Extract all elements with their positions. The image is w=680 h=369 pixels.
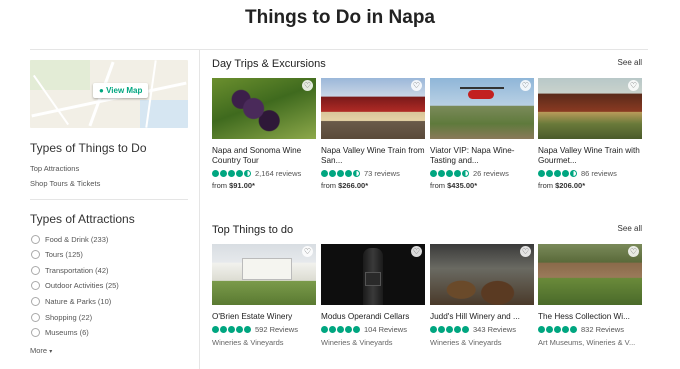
price: from $206.00* (538, 181, 586, 190)
category: Art Museums, Wineries & V... (538, 338, 636, 347)
category: Wineries & Vineyards (212, 338, 284, 347)
filter-shopping[interactable]: Shopping (22) (31, 313, 92, 322)
category: Wineries & Vineyards (430, 338, 502, 347)
card-image: ♡ (538, 78, 642, 139)
sidebar-link-top-attractions[interactable]: Top Attractions (30, 164, 79, 173)
category: Wineries & Vineyards (321, 338, 393, 347)
heart-icon[interactable]: ♡ (520, 246, 531, 257)
heart-icon[interactable]: ♡ (302, 80, 313, 91)
card-title[interactable]: O'Brien Estate Winery (212, 312, 316, 322)
radio-button[interactable] (31, 328, 40, 337)
divider (199, 50, 200, 369)
heart-icon[interactable]: ♡ (628, 80, 639, 91)
card-title[interactable]: Modus Operandi Cellars (321, 312, 425, 322)
rating: 26 reviews (430, 169, 534, 178)
filter-outdoor-activities[interactable]: Outdoor Activities (25) (31, 281, 119, 290)
price: from $435.00* (430, 181, 478, 190)
card-image: ♡ (321, 244, 425, 305)
card-image: ♡ (430, 78, 534, 139)
card-image: ♡ (538, 244, 642, 305)
map-pin-icon: ● (99, 86, 104, 95)
card-title[interactable]: Judd's Hill Winery and ... (430, 312, 534, 322)
filter-tours[interactable]: Tours (125) (31, 250, 83, 259)
section-title-top-things: Top Things to do (212, 224, 294, 236)
map-preview[interactable]: ● View Map (30, 60, 188, 128)
card-title[interactable]: Napa Valley Wine Train with Gourmet... (538, 146, 642, 166)
price: from $91.00* (212, 181, 255, 190)
card-title[interactable]: Viator VIP: Napa Wine-Tasting and... (430, 146, 534, 166)
attraction-card[interactable]: ♡ The Hess Collection Wi... 832 Reviews … (538, 244, 642, 347)
more-filters-link[interactable]: More ▾ (30, 346, 52, 355)
attraction-card[interactable]: ♡ Napa and Sonoma Wine Country Tour 2,16… (212, 78, 316, 190)
attraction-card[interactable]: ♡ Judd's Hill Winery and ... 343 Reviews… (430, 244, 534, 347)
card-image: ♡ (212, 78, 316, 139)
attractions-heading: Types of Attractions (30, 212, 135, 226)
attraction-card[interactable]: ♡ Viator VIP: Napa Wine-Tasting and... 2… (430, 78, 534, 190)
see-all-link[interactable]: See all (618, 58, 642, 67)
divider (30, 199, 188, 200)
rating: 104 Reviews (321, 325, 425, 334)
see-all-link[interactable]: See all (618, 224, 642, 233)
rating: 343 Reviews (430, 325, 534, 334)
rating: 592 Reviews (212, 325, 316, 334)
card-image: ♡ (430, 244, 534, 305)
card-title[interactable]: Napa and Sonoma Wine Country Tour (212, 146, 316, 166)
heart-icon[interactable]: ♡ (520, 80, 531, 91)
rating: 2,164 reviews (212, 169, 316, 178)
rating: 832 Reviews (538, 325, 642, 334)
attraction-card[interactable]: ♡ Napa Valley Wine Train from San... 73 … (321, 78, 425, 190)
radio-button[interactable] (31, 297, 40, 306)
divider (30, 49, 648, 50)
radio-button[interactable] (31, 266, 40, 275)
filter-museums[interactable]: Museums (6) (31, 328, 89, 337)
heart-icon[interactable]: ♡ (628, 246, 639, 257)
types-heading: Types of Things to Do (30, 141, 147, 155)
sidebar-link-shop-tours[interactable]: Shop Tours & Tickets (30, 179, 100, 188)
chevron-down-icon: ▾ (49, 349, 53, 355)
heart-icon[interactable]: ♡ (411, 80, 422, 91)
page-title: Things to Do in Napa (245, 7, 435, 28)
view-map-button[interactable]: ● View Map (93, 83, 149, 98)
filter-food-drink[interactable]: Food & Drink (233) (31, 235, 108, 244)
card-image: ♡ (212, 244, 316, 305)
card-title[interactable]: Napa Valley Wine Train from San... (321, 146, 425, 166)
section-title-day-trips: Day Trips & Excursions (212, 58, 326, 70)
attraction-card[interactable]: ♡ Modus Operandi Cellars 104 Reviews Win… (321, 244, 425, 347)
attraction-card[interactable]: ♡ Napa Valley Wine Train with Gourmet...… (538, 78, 642, 190)
filter-transportation[interactable]: Transportation (42) (31, 266, 109, 275)
rating: 86 reviews (538, 169, 642, 178)
price: from $266.00* (321, 181, 369, 190)
radio-button[interactable] (31, 250, 40, 259)
radio-button[interactable] (31, 235, 40, 244)
rating: 73 reviews (321, 169, 425, 178)
heart-icon[interactable]: ♡ (302, 246, 313, 257)
radio-button[interactable] (31, 313, 40, 322)
attraction-card[interactable]: ♡ O'Brien Estate Winery 592 Reviews Wine… (212, 244, 316, 347)
card-title[interactable]: The Hess Collection Wi... (538, 312, 642, 322)
filter-nature-parks[interactable]: Nature & Parks (10) (31, 297, 111, 306)
heart-icon[interactable]: ♡ (411, 246, 422, 257)
radio-button[interactable] (31, 281, 40, 290)
card-image: ♡ (321, 78, 425, 139)
